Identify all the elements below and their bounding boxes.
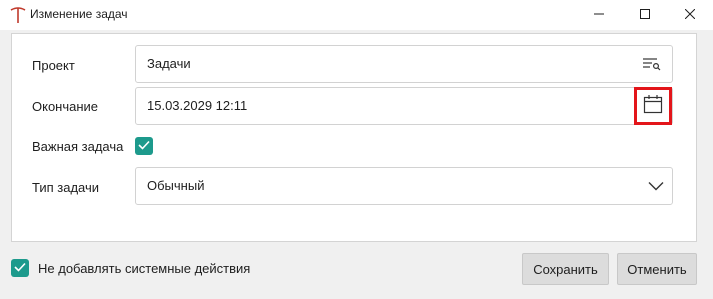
no-system-actions-label: Не добавлять системные действия xyxy=(38,261,251,276)
title-bar: Изменение задач xyxy=(0,0,713,30)
project-label: Проект xyxy=(32,58,75,73)
task-type-value: Обычный xyxy=(147,178,205,193)
form-panel: Проект Задачи Окончание 15.03.2029 12:11… xyxy=(11,33,697,242)
important-label: Важная задача xyxy=(32,139,124,154)
project-value: Задачи xyxy=(147,56,191,71)
app-logo-icon xyxy=(10,6,26,24)
list-search-icon[interactable] xyxy=(641,55,663,73)
checkmark-icon xyxy=(138,137,150,155)
calendar-highlight-box xyxy=(634,87,672,125)
window-title: Изменение задач xyxy=(30,7,128,21)
minimize-button[interactable] xyxy=(576,0,622,30)
end-date-label: Окончание xyxy=(32,99,99,114)
maximize-icon xyxy=(640,6,650,24)
checkmark-icon xyxy=(14,259,26,277)
no-system-actions-checkbox[interactable] xyxy=(11,259,29,277)
save-button[interactable]: Сохранить xyxy=(522,253,609,285)
minimize-icon xyxy=(594,6,604,24)
maximize-button[interactable] xyxy=(622,0,668,30)
project-field[interactable]: Задачи xyxy=(135,45,673,83)
task-type-label: Тип задачи xyxy=(32,180,100,195)
close-button[interactable] xyxy=(667,0,713,30)
chevron-down-icon xyxy=(648,180,664,192)
task-type-select[interactable]: Обычный xyxy=(135,167,673,205)
close-icon xyxy=(684,6,696,24)
dialog-window: Изменение задач Проект Задачи Окончание … xyxy=(0,0,713,299)
end-date-value: 15.03.2029 12:11 xyxy=(147,98,248,113)
end-date-field[interactable]: 15.03.2029 12:11 xyxy=(135,87,673,125)
cancel-button[interactable]: Отменить xyxy=(617,253,697,285)
important-checkbox[interactable] xyxy=(135,137,153,155)
